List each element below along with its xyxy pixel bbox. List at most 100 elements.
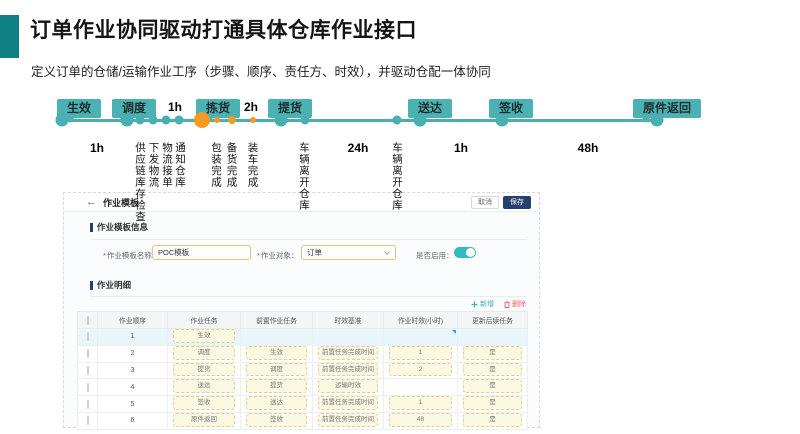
cell-seq: 4 [98,379,168,396]
add-row-link[interactable]: 新增 [471,299,494,309]
cell-task[interactable]: 原件返回 [173,413,234,427]
cell-basis[interactable]: 前置任务完成时间 [318,396,378,410]
cell-update[interactable]: 是 [463,363,522,377]
slide-title: 订单作业协同驱动打通具体仓库作业接口 [30,14,417,44]
cell-seq: 1 [98,329,168,346]
cell-hours[interactable]: 2 [389,363,451,377]
divider [90,239,527,240]
cell-seq: 3 [98,362,168,379]
section-title-template-info: 作业模板信息 [90,221,148,233]
title-accent-bar [0,15,19,58]
col-header-hours: 作业时效(小时) [384,312,458,329]
cell-pre[interactable]: 签收 [246,413,306,427]
cell-seq: 2 [98,345,168,362]
cell-task[interactable]: 调度 [173,346,234,360]
cell-update[interactable]: 是 [463,346,522,360]
chevron-down-icon [384,249,390,255]
select-all-checkbox[interactable] [87,316,89,325]
timeline-node [393,116,402,125]
cell-update[interactable]: 是 [463,379,522,393]
row-checkbox[interactable] [87,366,89,375]
milestone-badge-picking: 拣货 [196,99,240,118]
cell-pre [241,329,313,346]
duration-label: 1h [90,141,104,155]
required-mark: * [257,251,260,260]
duration-label: 24h [348,141,369,155]
timeline-node [301,116,310,125]
enabled-label: 是否启用： [416,250,454,261]
template-name-label: *作业模板名称： [103,250,159,261]
section-bar [90,281,93,290]
timeline-node [275,114,288,127]
timeline-node [56,114,69,127]
timeline-step-label: 备货完成 [225,142,237,188]
cell-pre[interactable]: 送达 [246,396,306,410]
cell-pre[interactable]: 生效 [246,346,306,360]
duration-label: 48h [578,141,599,155]
cell-task[interactable]: 提货 [173,363,234,377]
timeline-node [651,114,664,127]
duration-label: 1h [454,141,468,155]
trash-icon [504,301,510,308]
table-row: 5 签收 送达 前置任务完成时间 1 是 [78,396,528,413]
cell-basis[interactable]: 前置任务完成时间 [318,346,378,360]
add-icon [471,301,478,308]
cell-basis[interactable]: 运输时效 [318,379,378,393]
timeline-node [214,117,220,123]
row-checkbox[interactable] [87,332,89,341]
row-checkbox[interactable] [87,400,89,409]
timeline-axis [62,119,658,122]
cell-basis[interactable]: 前置任务完成时间 [318,363,378,377]
milestone-badge-pickup: 提货 [268,99,312,118]
timeline-node [250,117,256,123]
cell-task[interactable]: 生效 [173,329,234,343]
cell-task[interactable]: 签收 [173,396,234,410]
cancel-button[interactable]: 取消 [471,196,499,209]
cell-hours [384,329,458,346]
milestone-badge-signed: 签收 [489,99,533,118]
table-header-row: 作业顺序 作业任务 前置作业任务 时效基准 作业时效(小时) 更新后续任务 [78,312,528,329]
milestone-badge-effective: 生效 [57,99,101,118]
cell-pre[interactable]: 调度 [246,363,306,377]
cell-task[interactable]: 送达 [173,379,234,393]
delete-row-link[interactable]: 删除 [504,299,526,309]
table-actions: 新增 删除 [471,299,526,309]
row-checkbox[interactable] [87,416,89,425]
object-label: *作业对象： [257,250,298,261]
slide-subtitle: 定义订单的仓储/运输作业工序（步骤、顺序、责任方、时效），并驱动仓配一体协同 [31,61,491,80]
timeline-node [414,114,427,127]
slide: 订单作业协同驱动打通具体仓库作业接口 定义订单的仓储/运输作业工序（步骤、顺序、… [0,0,800,434]
timeline-step-label: 物流接单 [161,142,173,188]
object-select[interactable]: 订单 [301,245,396,260]
timeline-node [175,116,184,125]
duration-label: 2h [244,100,258,114]
table-row: 1 生效 [78,329,528,346]
row-checkbox[interactable] [87,349,89,358]
cell-seq: 5 [98,396,168,413]
timeline-step-label: 装车完成 [246,142,258,188]
required-mark: * [103,251,106,260]
cell-hours[interactable]: 48 [389,413,451,427]
duration-label: 1h [168,100,182,114]
back-arrow-icon[interactable]: ← [86,197,97,208]
cell-hours[interactable]: 1 [389,396,451,410]
timeline-node [121,114,134,127]
save-button[interactable]: 保存 [503,196,531,209]
cell-hours[interactable]: 1 [389,346,451,360]
row-checkbox[interactable] [87,383,89,392]
timeline-step-label: 通知仓库 [174,142,186,188]
template-name-input[interactable]: POC模板 [152,245,251,260]
divider [90,296,527,297]
timeline-node [194,112,210,128]
cell-update[interactable]: 是 [463,413,522,427]
cell-basis[interactable]: 前置任务完成时间 [318,413,378,427]
cell-update[interactable]: 是 [463,396,522,410]
cell-edited-marker [452,330,456,334]
toggle-knob [466,248,475,257]
app-screenshot-panel: ← 作业模板 取消 保存 作业模板信息 *作业模板名称： POC模板 *作业对象… [63,192,540,428]
cell-seq: 6 [98,412,168,429]
timeline-node [228,116,236,124]
enabled-toggle[interactable] [454,247,476,258]
section-title-task-detail: 作业明细 [90,279,131,291]
cell-pre[interactable]: 提货 [246,379,306,393]
